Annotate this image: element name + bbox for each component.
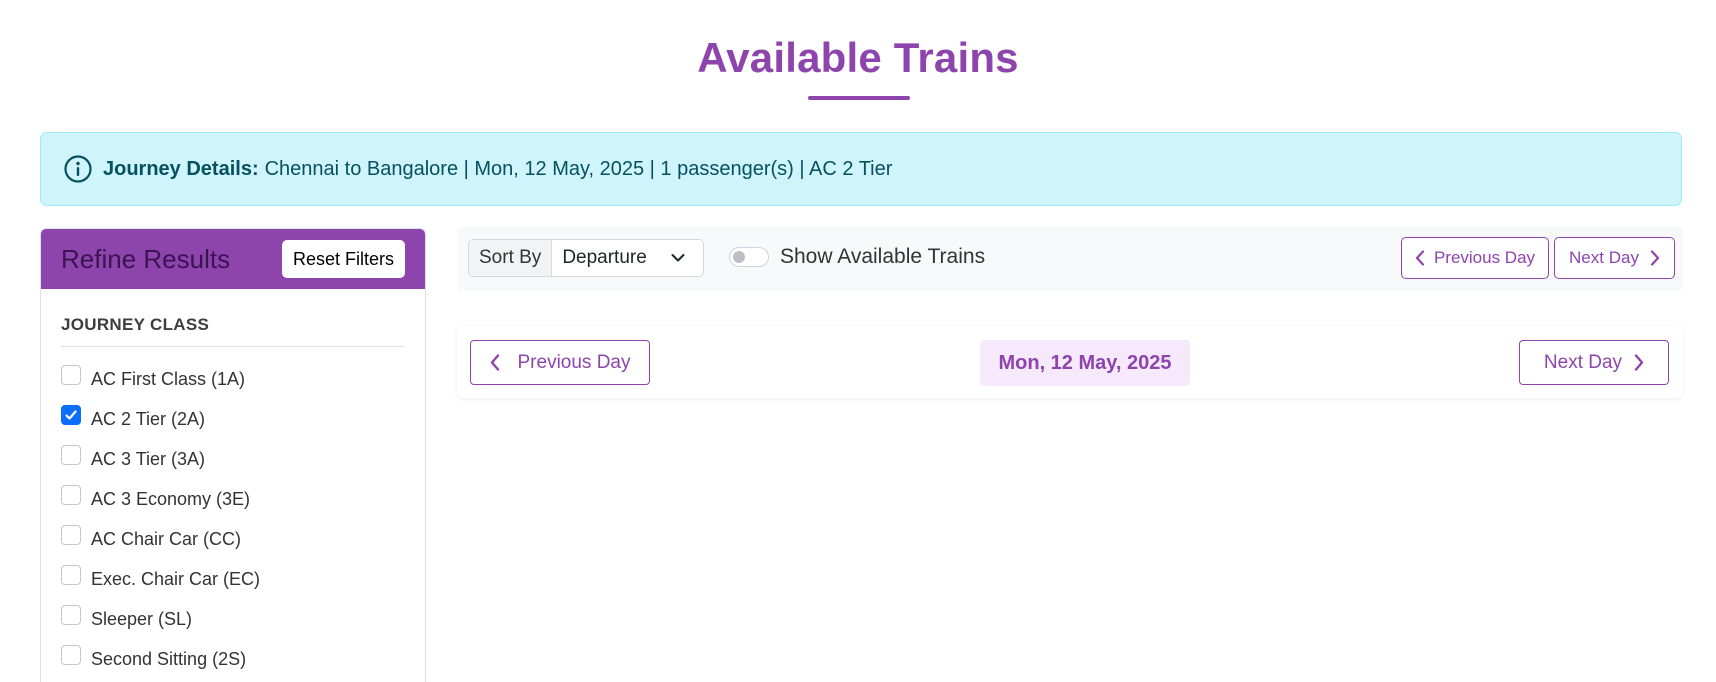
results-toolbar: Sort By Departure Show Available Trains … <box>457 227 1683 291</box>
class-option-label: AC 2 Tier (2A) <box>91 408 206 429</box>
toggle-label: Show Available Trains <box>780 245 986 268</box>
toolbar-next-day-label: Next Day <box>1569 248 1639 267</box>
class-option-2s[interactable]: Second Sitting (2S) <box>41 639 425 679</box>
next-day-button[interactable]: Next Day <box>1519 340 1669 385</box>
toolbar-previous-day-label: Previous Day <box>1433 248 1536 267</box>
class-option-label: AC Chair Car (CC) <box>91 528 242 549</box>
chevron-down-icon <box>671 253 685 263</box>
previous-day-label: Previous Day <box>517 351 631 373</box>
journey-details-label: Journey Details: <box>103 157 259 180</box>
class-option-label: Second Sitting (2S) <box>91 648 247 669</box>
journey-class-list: AC First Class (1A) AC 2 Tier (2A) AC 3 … <box>41 359 425 679</box>
sort-label: Sort By <box>469 240 553 276</box>
chevron-right-icon <box>1650 250 1660 266</box>
toolbar-previous-day-button[interactable]: Previous Day <box>1401 237 1549 279</box>
class-option-2a[interactable]: AC 2 Tier (2A) <box>41 399 425 439</box>
filter-sidebar: Refine Results Reset Filters JOURNEY CLA… <box>40 228 426 682</box>
class-option-label: AC 3 Economy (3E) <box>91 488 251 509</box>
toggle-switch[interactable] <box>729 247 769 267</box>
next-day-label: Next Day <box>1543 351 1623 373</box>
date-navigation: Previous Day Mon, 12 May, 2025 Next Day <box>457 326 1683 398</box>
toggle-knob <box>733 251 745 263</box>
sort-selected-value: Departure <box>562 247 647 268</box>
available-trains-toggle[interactable]: Show Available Trains <box>729 245 985 269</box>
reset-filters-button[interactable]: Reset Filters <box>281 240 405 278</box>
checkbox[interactable] <box>61 525 81 545</box>
info-icon <box>63 154 93 184</box>
class-option-3e[interactable]: AC 3 Economy (3E) <box>41 479 425 519</box>
class-option-label: AC First Class (1A) <box>91 368 246 389</box>
checkbox-checked[interactable] <box>61 405 81 425</box>
chevron-left-icon <box>490 354 500 371</box>
sort-control: Sort By Departure <box>468 239 705 277</box>
checkbox[interactable] <box>61 645 81 665</box>
previous-day-button[interactable]: Previous Day <box>470 340 650 385</box>
checkmark-icon <box>65 410 77 420</box>
checkbox[interactable] <box>61 565 81 585</box>
toolbar-next-day-button[interactable]: Next Day <box>1554 237 1675 279</box>
class-option-label: Sleeper (SL) <box>91 608 193 629</box>
class-option-ec[interactable]: Exec. Chair Car (EC) <box>41 559 425 599</box>
journey-details-alert: Journey Details: Chennai to Bangalore | … <box>40 132 1682 206</box>
journey-class-heading: JOURNEY CLASS <box>61 315 405 347</box>
checkbox[interactable] <box>61 485 81 505</box>
class-option-cc[interactable]: AC Chair Car (CC) <box>41 519 425 559</box>
class-option-sl[interactable]: Sleeper (SL) <box>41 599 425 639</box>
class-option-label: AC 3 Tier (3A) <box>91 448 206 469</box>
chevron-left-icon <box>1415 250 1425 266</box>
checkbox[interactable] <box>61 365 81 385</box>
sort-select[interactable]: Departure <box>552 240 703 276</box>
class-option-1a[interactable]: AC First Class (1A) <box>41 359 425 399</box>
journey-details-summary: Chennai to Bangalore | Mon, 12 May, 2025… <box>264 157 893 180</box>
page-title: Available Trains <box>697 34 1019 81</box>
class-option-3a[interactable]: AC 3 Tier (3A) <box>41 439 425 479</box>
checkbox[interactable] <box>61 605 81 625</box>
checkbox[interactable] <box>61 445 81 465</box>
class-option-label: Exec. Chair Car (EC) <box>91 568 261 589</box>
sidebar-header: Refine Results Reset Filters <box>41 229 425 289</box>
title-underline <box>808 96 910 100</box>
current-date-badge: Mon, 12 May, 2025 <box>980 340 1190 386</box>
sidebar-title: Refine Results <box>61 243 231 274</box>
chevron-right-icon <box>1634 354 1644 371</box>
